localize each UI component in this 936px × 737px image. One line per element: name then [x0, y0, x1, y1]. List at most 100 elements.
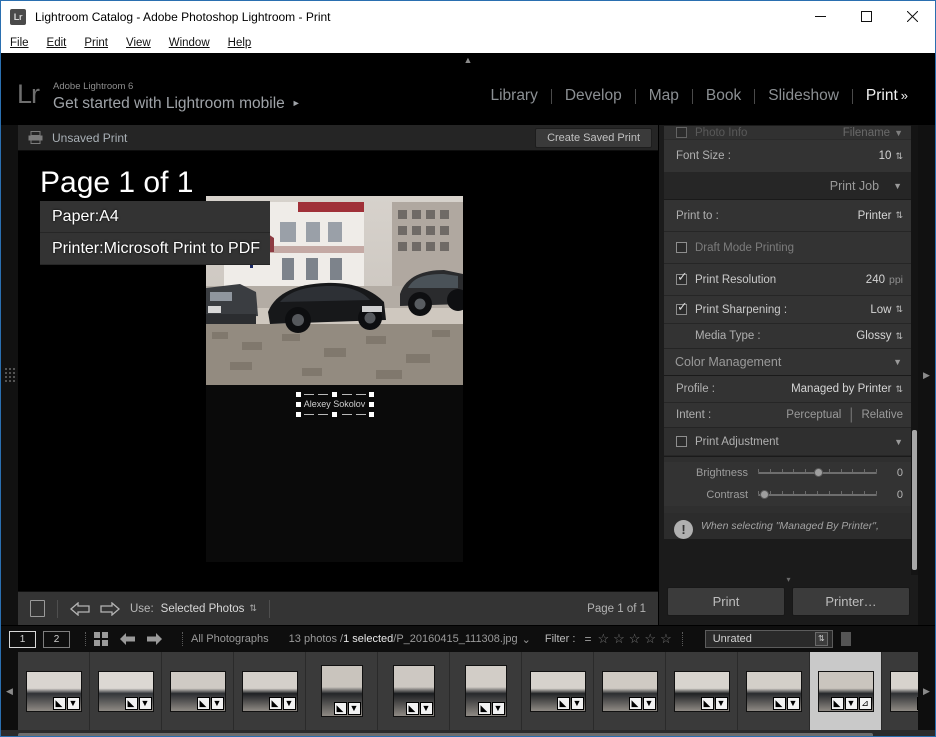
rating-star-2[interactable]: ☆ — [613, 631, 625, 647]
intent-perceptual-option[interactable]: Perceptual — [786, 409, 841, 421]
metadata-badge-icon[interactable]: ▼ — [571, 697, 584, 710]
print-job-header[interactable]: Print Job ▼ — [664, 172, 913, 199]
crop-badge-icon[interactable]: ◣ — [334, 702, 347, 715]
filmstrip-thumbnail-4[interactable]: ◣▼ — [234, 652, 306, 730]
scrollbar-thumb[interactable] — [18, 733, 873, 737]
draft-mode-checkbox[interactable] — [676, 242, 687, 253]
photo-info-row[interactable]: Photo Info Filename ▼ — [664, 126, 913, 140]
metadata-badge-icon[interactable]: ▼ — [139, 697, 152, 710]
metadata-badge-icon[interactable]: ▼ — [67, 697, 80, 710]
metadata-badge-icon[interactable]: ▼ — [787, 697, 800, 710]
printer-settings-button[interactable]: Printer… — [792, 587, 910, 616]
crop-badge-icon[interactable]: ◣ — [269, 697, 282, 710]
crop-badge-icon[interactable]: ◣ — [478, 702, 491, 715]
filmstrip-thumbnail-13[interactable]: ◣▼ — [882, 652, 918, 730]
resize-handle[interactable] — [369, 412, 374, 417]
go-back-icon[interactable] — [120, 633, 135, 645]
color-management-header[interactable]: Color Management ▼ — [664, 348, 913, 375]
crop-badge-icon[interactable]: ◣ — [831, 697, 844, 710]
intent-row[interactable]: Intent : Perceptual | Relative — [664, 403, 913, 427]
resize-handle[interactable] — [296, 412, 301, 417]
top-panel-toggle[interactable]: ▲ — [1, 53, 935, 67]
print-button[interactable]: Print — [667, 587, 785, 616]
filmstrip-thumbnail-6[interactable]: ◣▼ — [378, 652, 450, 730]
crop-badge-icon[interactable]: ◣ — [53, 697, 66, 710]
crop-badge-icon[interactable]: ◣ — [773, 697, 786, 710]
module-library[interactable]: Library — [477, 87, 550, 105]
font-size-stepper-icon[interactable]: ⇅ — [895, 151, 903, 162]
print-resolution-row[interactable]: Print Resolution 240 ppi — [664, 264, 913, 296]
menu-edit[interactable]: Edit — [47, 37, 78, 49]
filmstrip-thumbnail-2[interactable]: ◣▼ — [90, 652, 162, 730]
print-canvas[interactable]: Page 1 of 1 Paper: A4 Printer: Microsoft… — [18, 151, 658, 591]
use-value[interactable]: Selected Photos — [161, 603, 245, 615]
filmstrip-thumbnail-5[interactable]: ◣▼ — [306, 652, 378, 730]
resize-handle[interactable] — [369, 402, 374, 407]
filmstrip-thumbnail-3[interactable]: ◣▼ — [162, 652, 234, 730]
filmstrip-thumbnail-9[interactable]: ◣▼ — [594, 652, 666, 730]
metadata-badge-icon[interactable]: ▼ — [283, 697, 296, 710]
module-book[interactable]: Book — [693, 87, 754, 105]
resize-handle[interactable] — [296, 402, 301, 407]
resize-handle[interactable] — [296, 392, 301, 397]
module-slideshow[interactable]: Slideshow — [755, 87, 852, 105]
metadata-badge-icon[interactable]: ▼ — [348, 702, 361, 715]
metadata-badge-icon[interactable]: ▼ — [845, 697, 858, 710]
source-button-2[interactable]: 2 — [43, 631, 70, 648]
crop-badge-icon[interactable]: ◣ — [406, 702, 419, 715]
filmstrip-thumbnail-1[interactable]: ◣▼ — [18, 652, 90, 730]
filmstrip-thumbnail-11[interactable]: ◣▼ — [738, 652, 810, 730]
grid-view-icon[interactable] — [94, 632, 108, 646]
photo-caption-selection[interactable]: Alexey Sokolov — [296, 392, 374, 417]
media-type-value[interactable]: Glossy — [856, 330, 891, 342]
rating-filter-select[interactable]: Unrated ⇅ — [705, 630, 833, 648]
print-resolution-value[interactable]: 240 — [866, 274, 885, 286]
next-page-icon[interactable] — [100, 602, 120, 616]
contrast-track[interactable] — [758, 491, 877, 499]
scrollbar-thumb[interactable] — [912, 430, 917, 570]
rating-star-1[interactable]: ☆ — [597, 631, 609, 647]
crop-badge-icon[interactable]: ◣ — [197, 697, 210, 710]
chevron-down-icon[interactable]: ▼ — [894, 128, 903, 138]
right-panel-scrollbar[interactable] — [911, 125, 918, 575]
minimize-button[interactable] — [797, 1, 843, 32]
print-to-stepper-icon[interactable]: ⇅ — [895, 210, 903, 221]
module-print[interactable]: Print» — [853, 87, 921, 105]
rating-star-4[interactable]: ☆ — [644, 631, 656, 647]
menu-help[interactable]: Help — [228, 37, 263, 49]
page-outline-toggle[interactable] — [30, 600, 45, 617]
collection-name[interactable]: All Photographs — [191, 633, 269, 645]
resize-handle[interactable] — [332, 392, 337, 397]
panel-collapse-caret[interactable]: ▾ — [659, 575, 918, 584]
crop-badge-icon[interactable]: ◣ — [125, 697, 138, 710]
crop-badge-icon[interactable]: ◣ — [629, 697, 642, 710]
contrast-slider-row[interactable]: Contrast 0 — [664, 484, 913, 506]
filename-dropdown-icon[interactable]: ⌄ — [522, 633, 531, 646]
print-adjustment-checkbox[interactable] — [676, 436, 687, 447]
print-sharpening-value[interactable]: Low — [870, 304, 891, 316]
print-sharpening-checkbox[interactable] — [676, 304, 687, 315]
metadata-badge-icon[interactable]: ▼ — [643, 697, 656, 710]
identity-plate[interactable]: Adobe Lightroom 6 Get started with Light… — [53, 80, 301, 113]
left-panel-handle[interactable] — [1, 125, 18, 625]
filter-panel-toggle[interactable] — [841, 632, 851, 646]
contrast-knob[interactable] — [760, 490, 769, 499]
menu-print[interactable]: Print — [84, 37, 119, 49]
font-size-value[interactable]: 10 — [879, 150, 892, 162]
print-to-value[interactable]: Printer — [858, 210, 892, 222]
font-size-row[interactable]: Font Size : 10 ⇅ — [664, 140, 913, 172]
filmstrip-thumbnail-7[interactable]: ◣▼ — [450, 652, 522, 730]
create-saved-print-button[interactable]: Create Saved Print — [535, 128, 652, 148]
go-forward-icon[interactable] — [147, 633, 162, 645]
menu-window[interactable]: Window — [169, 37, 221, 49]
media-type-row[interactable]: Media Type : Glossy ⇅ — [664, 324, 913, 348]
rating-star-3[interactable]: ☆ — [629, 631, 641, 647]
intent-relative-option[interactable]: Relative — [861, 409, 903, 421]
filmstrip-scroll-left[interactable]: ◀ — [1, 652, 18, 730]
use-stepper-icon[interactable]: ⇅ — [249, 603, 257, 614]
rating-star-5[interactable]: ☆ — [660, 631, 672, 647]
filmstrip-thumbnail-12[interactable]: ◣▼⊿ — [810, 652, 882, 730]
resize-handle[interactable] — [369, 392, 374, 397]
module-develop[interactable]: Develop — [552, 87, 635, 105]
brightness-slider-row[interactable]: Brightness 0 — [664, 462, 913, 484]
